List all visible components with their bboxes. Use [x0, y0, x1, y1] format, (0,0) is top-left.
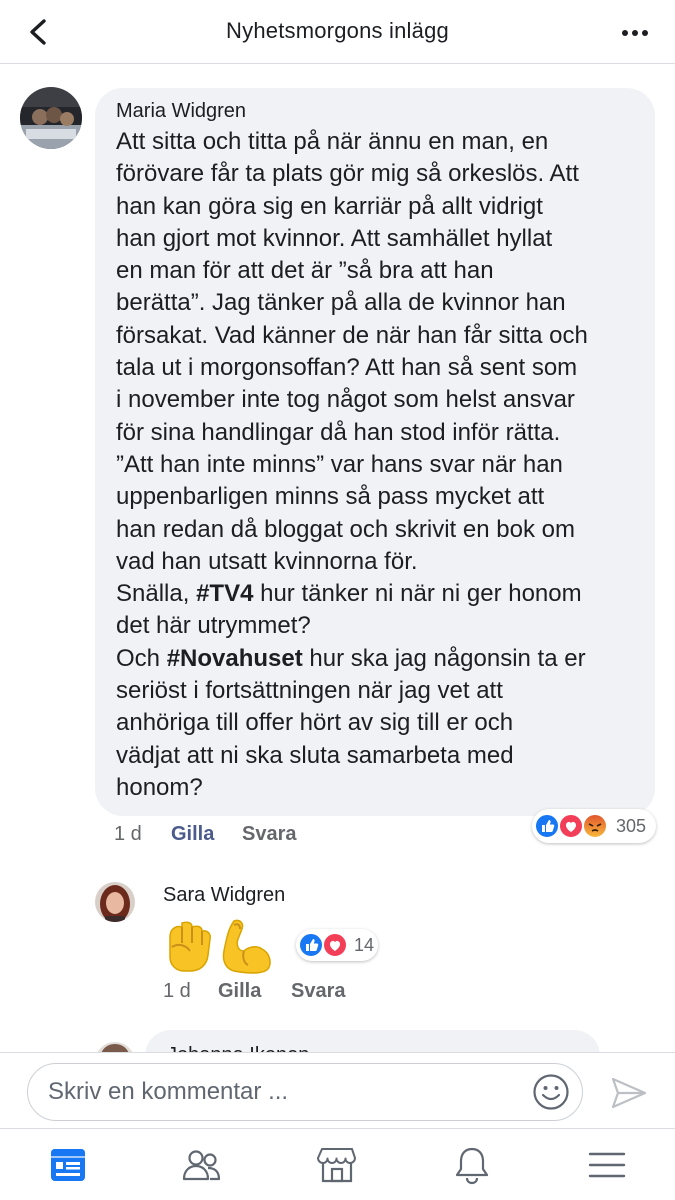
avatar[interactable]	[20, 87, 82, 149]
comment-line: förövare får ta plats gör mig så orkeslö…	[116, 160, 579, 188]
bottom-tab-bar	[0, 1128, 675, 1200]
comment-line: försakat. Vad känner de när han får sitt…	[116, 321, 588, 349]
notifications-bell-icon	[455, 1147, 489, 1185]
comment-line: han redan då bloggat och skrivit en bok …	[116, 515, 575, 543]
menu-icon	[588, 1152, 626, 1178]
comment-line: Och #Novahuset hur ska jag någonsin ta e…	[116, 643, 646, 675]
tab-news-feed[interactable]	[0, 1129, 135, 1200]
page-title: Nyhetsmorgons inlägg	[226, 18, 449, 43]
reply-button[interactable]: Svara	[242, 823, 297, 846]
send-button[interactable]	[609, 1073, 649, 1113]
text-segment: hur tänker ni när ni ger honom	[253, 580, 582, 608]
comment-line: tala ut i morgonsoffan? Att han så sent …	[116, 354, 578, 382]
smiley-icon	[533, 1074, 569, 1110]
reply-button[interactable]: Svara	[291, 980, 346, 1003]
hashtag-link-tv4[interactable]: #TV4	[196, 580, 253, 607]
send-arrow-icon	[611, 1077, 647, 1109]
comment-line: anhöriga till offer hört av sig till er …	[116, 709, 514, 737]
comment-line: för sina handlingar då han stod inför rä…	[116, 418, 561, 446]
comment-line: en man för att det är ”så bra att han	[116, 257, 494, 285]
top-bar: Nyhetsmorgons inlägg	[0, 0, 675, 64]
comment-line: seriöst i fortsättningen när jag vet att	[116, 677, 503, 705]
raised-fist-icon	[169, 921, 211, 972]
comment-input[interactable]	[27, 1063, 583, 1121]
comment-author[interactable]: Maria Widgren	[116, 100, 246, 123]
avatar[interactable]	[95, 882, 135, 922]
like-icon	[534, 813, 560, 839]
text-segment: Snälla,	[116, 580, 197, 608]
comment-line: Snälla, #TV4 hur tänker ni när ni ger ho…	[116, 578, 646, 610]
comment-line: uppenbarligen minns så pass mycket att	[116, 483, 545, 511]
reaction-count: 305	[616, 816, 647, 836]
tab-marketplace[interactable]	[270, 1129, 405, 1200]
love-icon	[322, 932, 348, 958]
like-button[interactable]: Gilla	[171, 823, 214, 846]
comment-body: Att sitta och titta på när ännu en man, …	[116, 126, 646, 804]
comment-line: berätta”. Jag tänker på alla de kvinnor …	[116, 289, 566, 317]
comment-line: ”Att han inte minns” var hans svar när h…	[116, 450, 563, 478]
comment-timestamp: 1 d	[114, 823, 142, 845]
hashtag-link-novahuset[interactable]: #Novahuset	[167, 645, 303, 672]
like-button[interactable]: Gilla	[218, 980, 261, 1003]
marketplace-icon	[317, 1148, 356, 1183]
comment-line: han kan göra sig en karriär på allt vidr…	[116, 192, 543, 220]
more-dots-icon	[622, 30, 648, 36]
comment-line: vädjat att ni ska sluta samarbeta med	[116, 741, 514, 769]
comment-line: det här utrymmet?	[116, 612, 311, 640]
tab-notifications[interactable]	[405, 1129, 540, 1200]
flexed-biceps-icon	[222, 919, 271, 974]
text-segment: Och	[116, 644, 167, 672]
comment-author[interactable]: Sara Widgren	[163, 884, 285, 907]
angry-icon	[582, 813, 608, 839]
more-options-button[interactable]	[617, 18, 653, 48]
comment-line: i november inte tog något som helst ansv…	[116, 386, 575, 414]
emoji-button[interactable]	[532, 1073, 570, 1111]
comment-composer	[0, 1052, 675, 1128]
like-icon	[298, 932, 324, 958]
reactions-summary[interactable]: 305	[532, 809, 656, 843]
text-segment: hur ska jag någonsin ta er	[302, 644, 586, 672]
comment-timestamp: 1 d	[163, 980, 191, 1002]
comment-line: vad han utsatt kvinnorna för.	[116, 547, 418, 575]
comment-line: Att sitta och titta på när ännu en man, …	[116, 128, 549, 155]
comment-line: honom?	[116, 773, 203, 801]
comment-line: han gjort mot kvinnor. Att samhället hyl…	[116, 224, 553, 252]
tab-menu[interactable]	[540, 1129, 675, 1200]
love-icon	[558, 813, 584, 839]
reactions-summary[interactable]: 14	[296, 929, 378, 961]
reaction-count: 14	[354, 935, 375, 955]
news-feed-icon	[51, 1149, 85, 1181]
tab-friends[interactable]	[135, 1129, 270, 1200]
friends-icon	[182, 1150, 221, 1181]
